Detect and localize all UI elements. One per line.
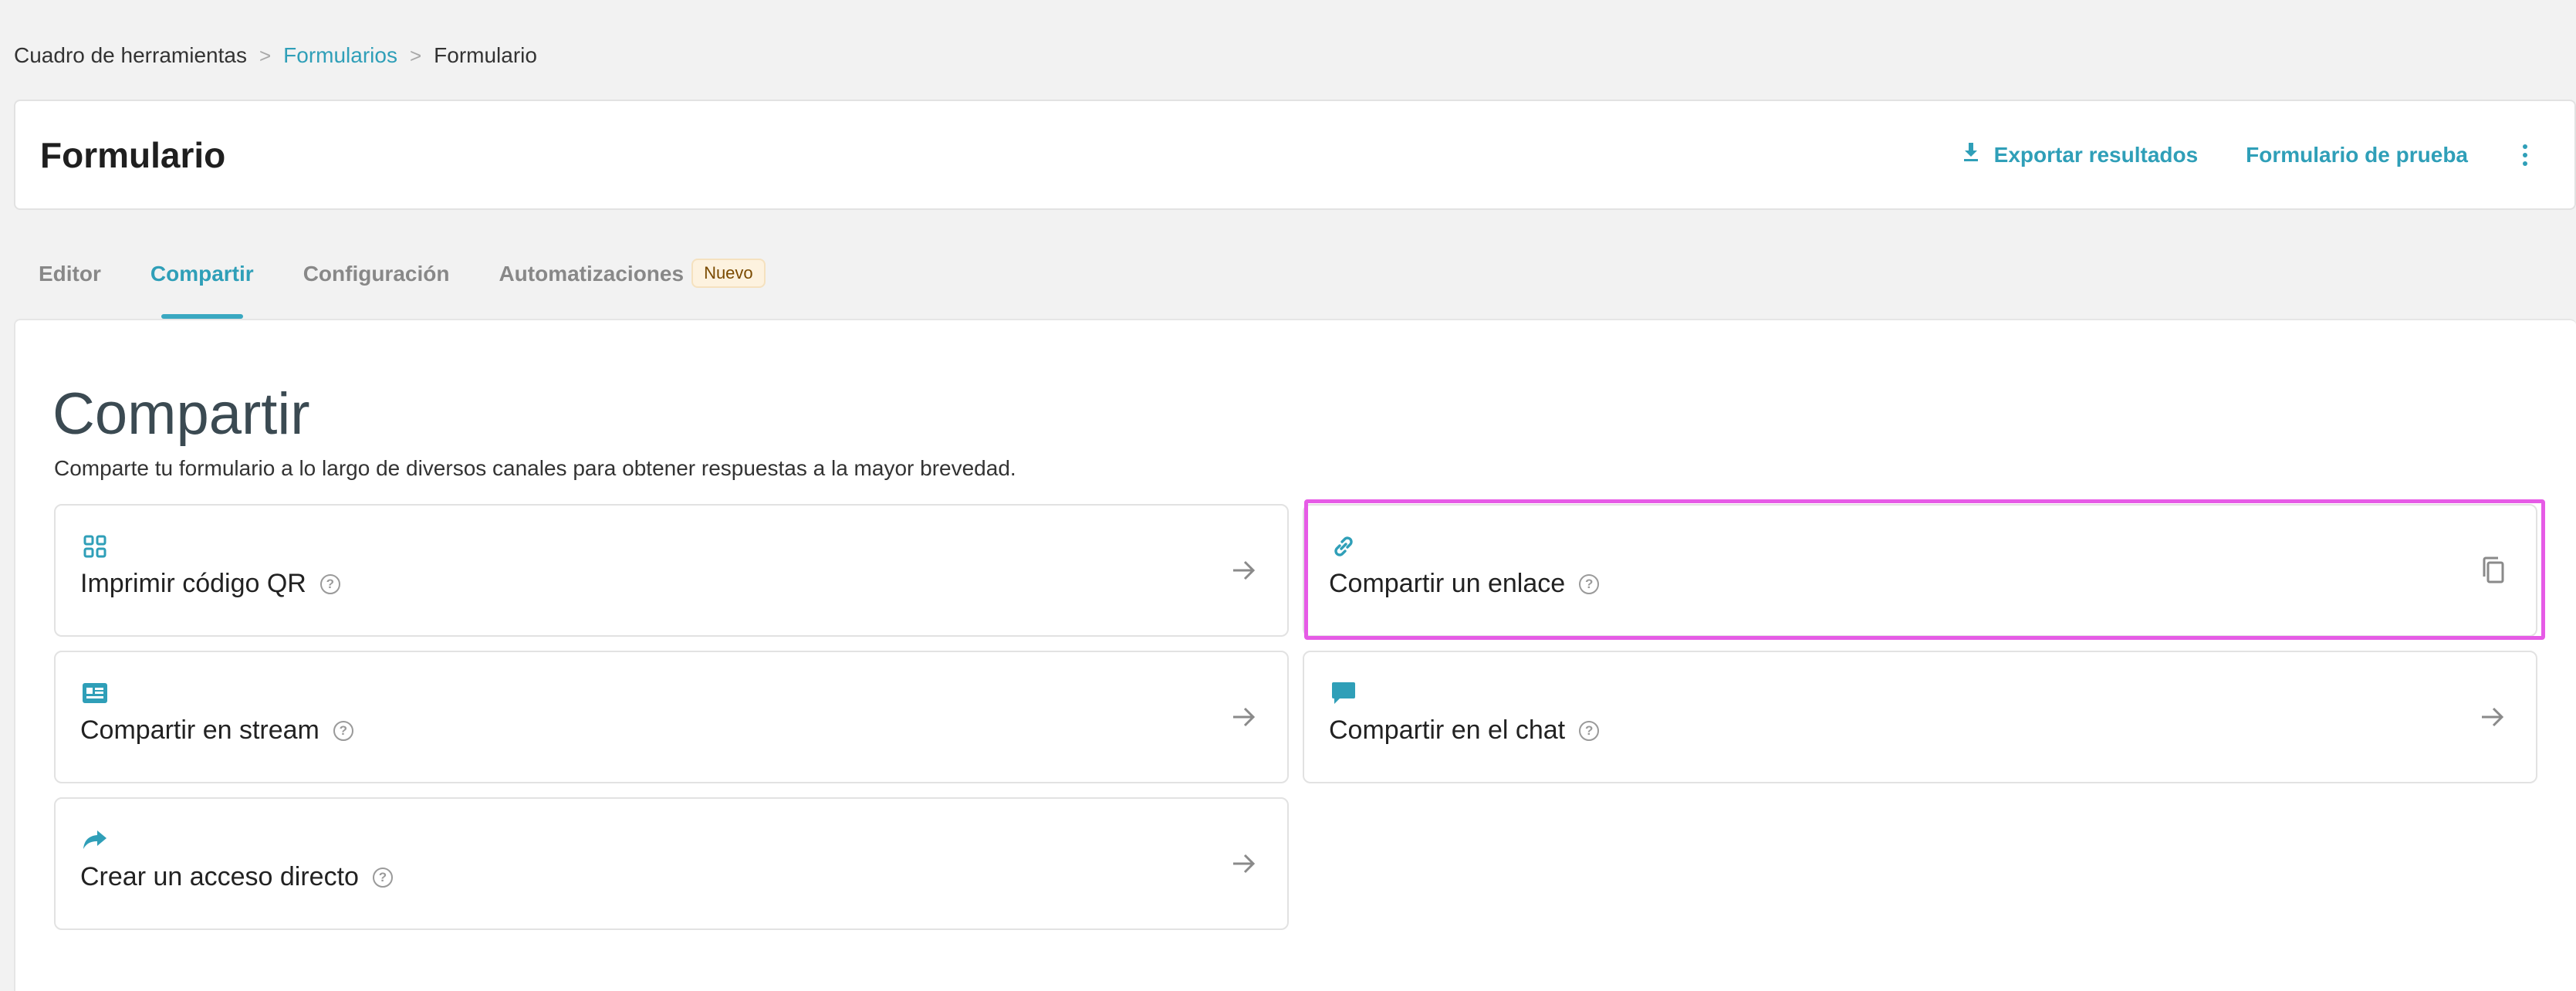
- tab-bar: Editor Compartir Configuración Automatiz…: [14, 251, 790, 319]
- share-chat-label: Compartir en el chat ?: [1329, 715, 1600, 746]
- help-icon[interactable]: ?: [1579, 573, 1600, 594]
- qr-grid-icon: [80, 532, 110, 561]
- link-icon: [1329, 532, 1358, 561]
- section-title: Compartir: [52, 381, 310, 447]
- page-header: Formulario Exportar resultados Formulari…: [14, 100, 2576, 210]
- help-icon[interactable]: ?: [333, 720, 353, 741]
- create-shortcut-text: Crear un acceso directo: [80, 862, 359, 891]
- arrow-right-icon: [1229, 702, 1259, 732]
- share-link-label: Compartir un enlace ?: [1329, 569, 1600, 599]
- create-shortcut-label: Crear un acceso directo ?: [80, 862, 393, 892]
- share-chat-text: Compartir en el chat: [1329, 715, 1566, 745]
- tab-settings-label: Configuración: [303, 262, 450, 286]
- header-actions: Exportar resultados Formulario de prueba: [1914, 101, 2550, 208]
- help-icon[interactable]: ?: [372, 867, 393, 888]
- print-qr-text: Imprimir código QR: [80, 569, 306, 598]
- share-arrow-icon: [80, 825, 110, 854]
- share-stream-text: Compartir en stream: [80, 715, 319, 745]
- section-description: Comparte tu formulario a lo largo de div…: [54, 456, 1016, 480]
- breadcrumb-toolbox[interactable]: Cuadro de herramientas: [14, 40, 247, 71]
- page-title: Formulario: [40, 134, 226, 175]
- breadcrumb-current: Formulario: [434, 43, 537, 67]
- test-form-label: Formulario de prueba: [2246, 142, 2468, 167]
- arrow-right-icon: [2477, 702, 2508, 732]
- more-options-icon[interactable]: [2516, 140, 2534, 171]
- share-stream-label: Compartir en stream ?: [80, 715, 353, 746]
- create-shortcut-option[interactable]: Crear un acceso directo ?: [54, 797, 1289, 930]
- tab-settings[interactable]: Configuración: [279, 251, 475, 319]
- export-results-button[interactable]: Exportar resultados: [1962, 141, 2199, 168]
- breadcrumb: Cuadro de herramientas > Formularios > F…: [14, 40, 537, 71]
- breadcrumb-forms-link[interactable]: Formularios: [283, 40, 397, 71]
- arrow-right-icon: [1229, 848, 1259, 879]
- tab-share-label: Compartir: [150, 262, 254, 286]
- breadcrumb-separator: >: [259, 44, 272, 67]
- share-chat-option[interactable]: Compartir en el chat ?: [1303, 651, 2537, 783]
- new-badge: Nuevo: [691, 259, 766, 288]
- print-qr-label: Imprimir código QR ?: [80, 569, 340, 599]
- tab-editor-label: Editor: [39, 262, 101, 286]
- breadcrumb-separator: >: [409, 44, 422, 67]
- share-link-text: Compartir un enlace: [1329, 569, 1566, 598]
- share-link-option[interactable]: Compartir un enlace ?: [1303, 504, 2537, 637]
- help-icon[interactable]: ?: [1579, 720, 1600, 741]
- tab-automations-label: Automatizaciones: [499, 262, 685, 286]
- help-icon[interactable]: ?: [319, 573, 340, 594]
- copy-icon[interactable]: [2477, 555, 2508, 586]
- test-form-button[interactable]: Formulario de prueba: [2246, 143, 2468, 167]
- print-qr-option[interactable]: Imprimir código QR ?: [54, 504, 1289, 637]
- download-icon: [1962, 141, 1980, 168]
- export-results-label: Exportar resultados: [1993, 142, 2199, 167]
- arrow-right-icon: [1229, 555, 1259, 586]
- chat-bubble-icon: [1329, 678, 1358, 708]
- tab-editor[interactable]: Editor: [14, 251, 126, 319]
- stream-card-icon: [80, 678, 110, 708]
- share-stream-option[interactable]: Compartir en stream ?: [54, 651, 1289, 783]
- share-panel: Compartir Comparte tu formulario a lo la…: [14, 319, 2576, 991]
- tab-share[interactable]: Compartir: [126, 251, 279, 319]
- tab-automations[interactable]: Automatizaciones Nuevo: [474, 251, 789, 319]
